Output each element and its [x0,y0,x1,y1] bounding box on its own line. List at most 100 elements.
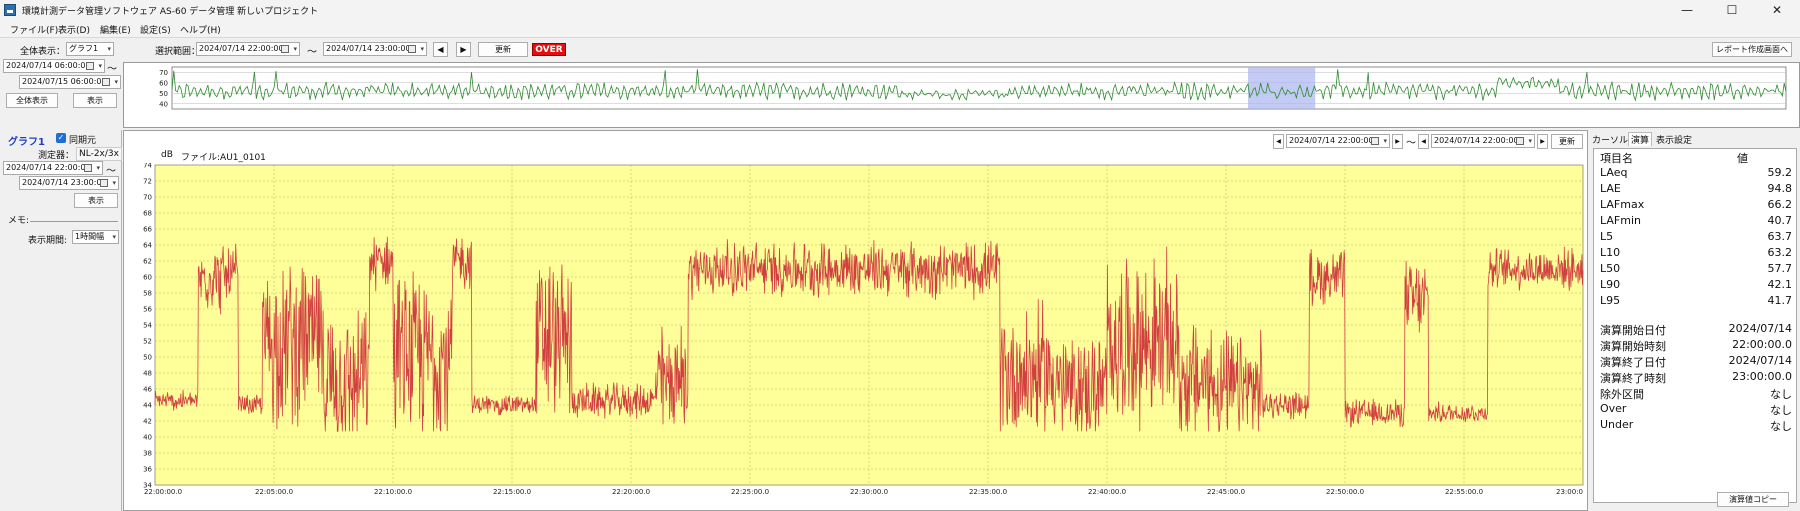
row-name: L50 [1600,262,1621,275]
row-name: L90 [1600,278,1621,291]
copy-values-button[interactable]: 演算値コピー [1717,492,1789,507]
minimize-button[interactable]: — [1665,0,1709,20]
row-name: LAeq [1600,166,1628,179]
tab-display-settings[interactable]: 表示設定 [1656,133,1692,146]
row-value: 2024/07/14 [1728,322,1792,335]
main-prev-end-button[interactable]: ◀ [1418,134,1429,149]
row-name: 演算開始日付 [1600,324,1666,337]
maximize-button[interactable]: ☐ [1710,0,1754,20]
graph-name: グラフ1 [8,137,45,148]
interval-select[interactable]: 1時間幅 ▾ [72,230,119,244]
table-row: Over なし [1594,401,1798,417]
main-next-end-button[interactable]: ▶ [1537,134,1548,149]
main-start-field[interactable]: 2024/07/14 22:00:00 ▾ [1286,134,1390,148]
range-end-field[interactable]: 2024/07/14 23:00:00 ▾ [323,42,427,56]
tab-cursor[interactable]: カーソル [1592,133,1628,146]
prev-range-button[interactable]: ◀ [433,42,448,57]
menu-help[interactable]: ヘルプ(H) [180,23,221,36]
chevron-down-icon: ▾ [96,164,100,172]
row-value: 57.7 [1767,262,1793,275]
all-display-button[interactable]: 全体表示 [6,93,58,108]
tab-calculation[interactable]: 演算 [1628,132,1653,146]
x-tick-label: 22:00:00.0 [144,488,182,496]
row-name: LAFmin [1600,214,1641,227]
interval-label: 表示期間: [28,236,68,246]
main-update-button[interactable]: 更新 [1551,134,1583,149]
x-tick-label: 22:05:00.0 [255,488,293,496]
chevron-down-icon: ▾ [114,78,118,86]
update-button[interactable]: 更新 [478,42,528,57]
x-tick-label: 22:25:00.0 [731,488,769,496]
x-tick-label: 22:15:00.0 [493,488,531,496]
sync-checkbox[interactable]: ✓ [56,133,66,143]
graph-select-value: グラフ1 [69,44,99,53]
main-next-start-button[interactable]: ▶ [1392,134,1403,149]
row-name: 演算終了日付 [1600,356,1666,369]
table-row: 演算終了時刻 23:00:00.0 [1594,369,1798,385]
row-value: 66.2 [1767,198,1793,211]
x-tick-label: 22:55:00.0 [1445,488,1483,496]
x-tick-label: 23:00:0 [1556,488,1583,496]
calculation-table: 項目名 値 LAeq 59.2 LAE 94.8 LAFmax 66.2 LAFmin 40.… [1593,148,1797,503]
chevron-down-icon: ▾ [1383,137,1387,145]
menu-edit[interactable]: 編集(E) [100,23,131,36]
overview-display-button[interactable]: 表示 [73,93,117,108]
chevron-down-icon: ▾ [420,45,424,53]
main-chart-svg[interactable]: 74 72 70 68 66 64 62 60 58 56 54 52 50 48 46 44 42 40 38 36… [124,163,1587,509]
next-range-button[interactable]: ▶ [456,42,471,57]
menu-settings[interactable]: 設定(S) [140,23,171,36]
y-tick-label: 50 [143,354,152,362]
memo-field[interactable] [30,221,118,222]
table-row: 演算開始日付 2024/07/14 [1594,321,1798,337]
table-row: LAE 94.8 [1594,181,1798,197]
graph-start-field[interactable]: 2024/07/14 22:00:00 ▾ [3,161,103,175]
close-button[interactable]: ✕ [1755,0,1799,20]
graph-end-field[interactable]: 2024/07/14 23:00:00 ▾ [19,176,119,190]
main-prev-start-button[interactable]: ◀ [1273,134,1284,149]
x-tick-label: 22:40:00.0 [1088,488,1126,496]
table-row: LAeq 59.2 [1594,165,1798,181]
row-name: 演算開始時刻 [1600,340,1666,353]
main-tilde: 〜 [1406,138,1416,149]
table-row: L90 42.1 [1594,277,1798,293]
y-tick-label: 68 [143,210,152,218]
row-value: 63.2 [1767,246,1793,259]
menu-view[interactable]: 表示(D) [58,23,90,36]
range-tilde: 〜 [307,47,317,58]
unit-label: dB [161,150,173,160]
menu-file[interactable]: ファイル(F) [10,23,58,36]
row-value: 40.7 [1767,214,1793,227]
row-value: 2024/07/14 [1728,354,1792,367]
calendar-icon [281,45,289,53]
row-value: 23:00:00.0 [1732,370,1792,383]
meter-value: NL-2x/3x [76,147,122,161]
overview-end-field[interactable]: 2024/07/15 06:00:00 ▾ [19,75,121,89]
row-name: L5 [1600,230,1614,243]
overview-chart[interactable]: 70 60 50 40 [123,62,1800,128]
x-tick-label: 22:30:00.0 [850,488,888,496]
overview-start-value: 2024/07/14 06:00:00 [6,61,91,70]
y-tick-label: 70 [143,194,152,202]
chevron-down-icon: ▾ [98,62,102,70]
chevron-down-icon: ▾ [107,45,111,53]
y-tick-label: 72 [143,178,152,186]
range-start-field[interactable]: 2024/07/14 22:00:00 ▾ [196,42,300,56]
title-bar: 環境計測データ管理ソフトウェア AS-60 データ管理 新しいプロジェクト — … [0,0,1800,20]
table-row: L10 63.2 [1594,245,1798,261]
app-icon [4,4,16,16]
y-tick-label: 52 [143,338,152,346]
menu-bar: ファイル(F) 表示(D) 編集(E) 設定(S) ヘルプ(H) [0,20,1800,38]
x-tick-label: 22:35:00.0 [969,488,1007,496]
row-name: 演算終了時刻 [1600,372,1666,385]
range-end-value: 2024/07/14 23:00:00 [326,44,411,53]
graph-display-button[interactable]: 表示 [74,193,118,208]
overview-y-tick-label: 40 [159,100,168,108]
row-value: 63.7 [1767,230,1793,243]
graph-select[interactable]: グラフ1 ▾ [66,42,114,56]
overview-start-field[interactable]: 2024/07/14 06:00:00 ▾ [3,59,105,73]
overview-end-value: 2024/07/15 06:00:00 [22,77,107,86]
x-tick-label: 22:45:00.0 [1207,488,1245,496]
calculation-panel: カーソル 演算 表示設定 項目名 値 LAeq 59.2 LAE 94.8 LAFmax… [1590,130,1800,511]
report-button[interactable]: レポート作成画面へ [1712,42,1792,57]
main-end-field[interactable]: 2024/07/14 22:00:00 ▾ [1431,134,1535,148]
